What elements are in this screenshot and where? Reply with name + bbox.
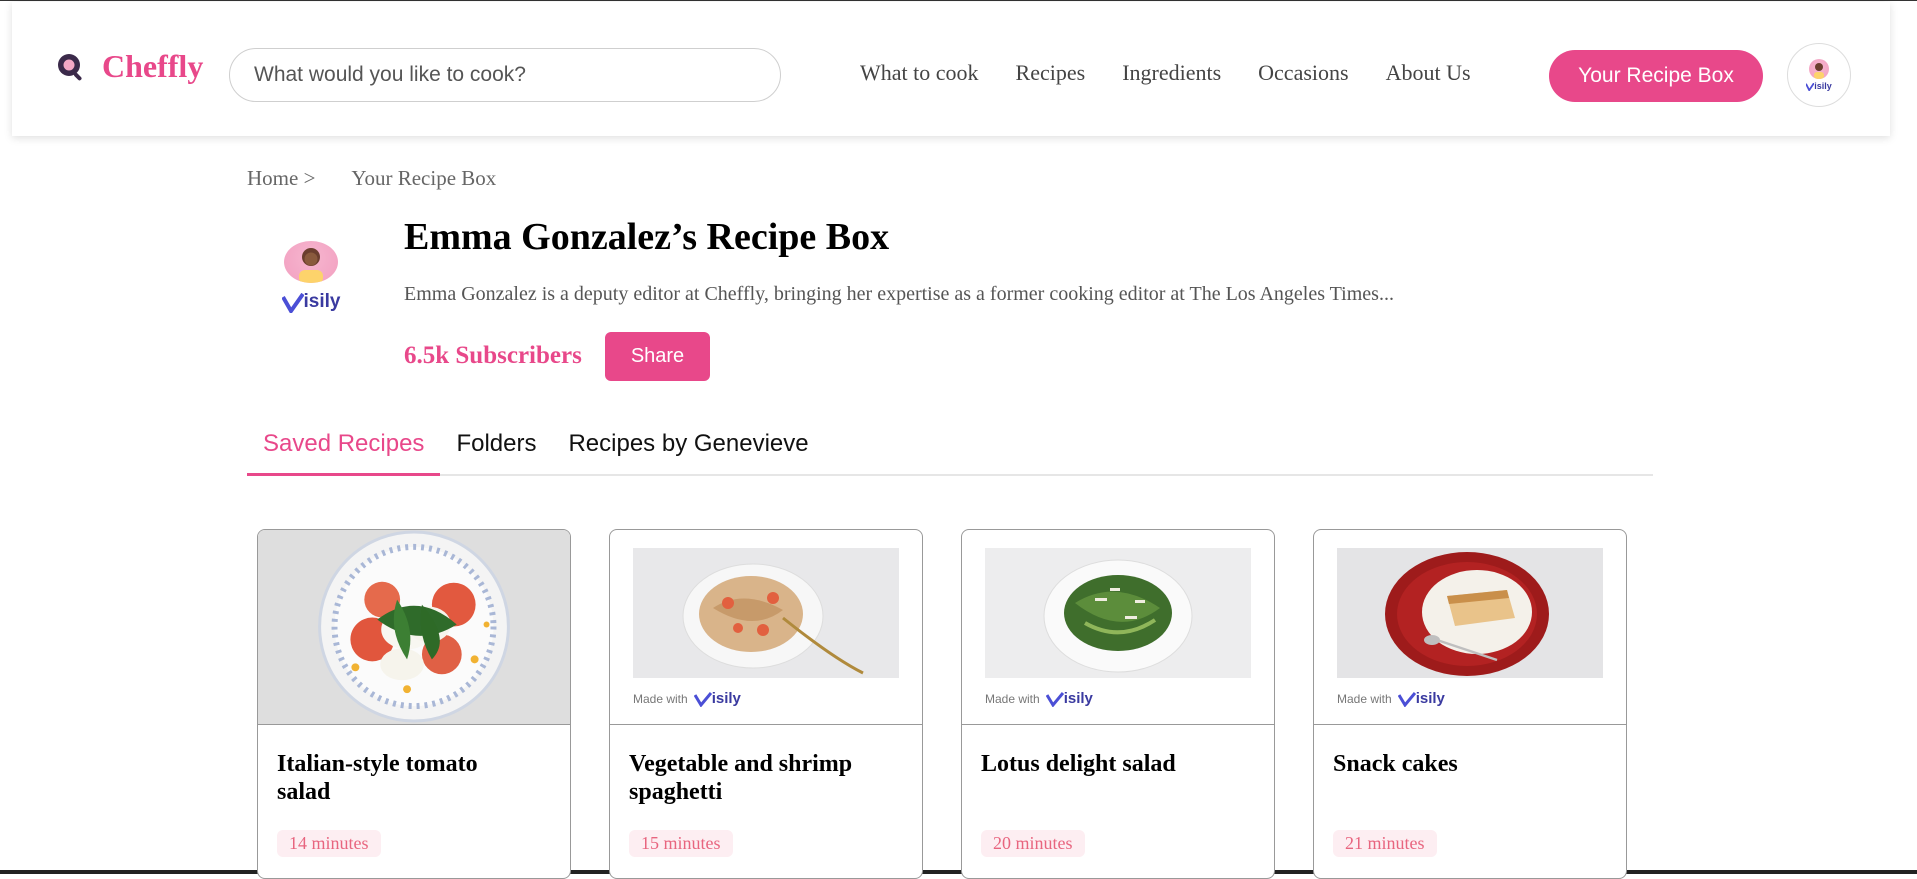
nav-about-us[interactable]: About Us <box>1386 60 1471 86</box>
breadcrumb: Home > Your Recipe Box <box>247 166 496 191</box>
nav-ingredients[interactable]: Ingredients <box>1122 60 1221 86</box>
nav-recipes[interactable]: Recipes <box>1016 60 1086 86</box>
tab-recipes-by-genevieve[interactable]: Recipes by Genevieve <box>552 416 824 476</box>
made-with-label: Made with <box>985 691 1040 706</box>
breadcrumb-home[interactable]: Home > <box>247 166 315 191</box>
recipe-image: Made with isily <box>962 530 1274 725</box>
visily-watermark-icon: isily <box>281 291 340 313</box>
recipe-title: Snack cakes <box>1333 751 1458 777</box>
shrimp-spaghetti-image <box>633 548 899 678</box>
brand-logo[interactable]: Cheffly <box>54 48 203 85</box>
tab-folders[interactable]: Folders <box>440 416 552 476</box>
cook-time-badge: 21 minutes <box>1333 830 1437 857</box>
avatar-face-icon <box>1809 59 1829 79</box>
profile-bio: Emma Gonzalez is a deputy editor at Chef… <box>404 283 1394 305</box>
visily-logo-icon: isily <box>1397 690 1445 707</box>
cook-time-badge: 15 minutes <box>629 830 733 857</box>
visily-watermark-icon: isily <box>1806 81 1832 91</box>
lotus-salad-image <box>985 548 1251 678</box>
profile-name: Emma Gonzalez’s Recipe Box <box>404 216 890 258</box>
recipe-card[interactable]: Made with isily Vegetable and shrimp spa… <box>609 529 923 879</box>
recipe-image: Made with isily <box>610 530 922 725</box>
profile-face-icon <box>284 241 338 283</box>
logo-icon <box>58 53 82 80</box>
made-with-watermark: Made with isily <box>633 690 741 707</box>
share-button[interactable]: Share <box>605 332 710 381</box>
recipe-card[interactable]: Made with isily Snack cakes 21 minutes <box>1313 529 1627 879</box>
snack-cakes-image <box>1337 548 1603 678</box>
brand-name: Cheffly <box>102 48 204 84</box>
visily-logo-icon: isily <box>1045 690 1093 707</box>
made-with-label: Made with <box>1337 691 1392 706</box>
cook-time-badge: 14 minutes <box>277 830 381 857</box>
made-with-watermark: Made with isily <box>1337 690 1445 707</box>
recipe-image: Made with isily <box>1314 530 1626 725</box>
tab-saved-recipes[interactable]: Saved Recipes <box>247 416 441 476</box>
your-recipe-box-button[interactable]: Your Recipe Box <box>1549 50 1763 102</box>
recipe-card[interactable]: Made with isily Lotus delight salad 20 m… <box>961 529 1275 879</box>
top-header: Cheffly What to cook Recipes Ingredients… <box>12 2 1890 136</box>
recipe-tabs: Saved Recipes Folders Recipes by Genevie… <box>247 416 1653 476</box>
breadcrumb-current: Your Recipe Box <box>351 166 497 190</box>
made-with-label: Made with <box>633 691 688 706</box>
recipe-title: Vegetable and shrimp spaghetti <box>629 751 853 805</box>
made-with-watermark: Made with isily <box>985 690 1093 707</box>
main-nav: What to cook Recipes Ingredients Occasio… <box>860 60 1471 86</box>
cook-time-badge: 20 minutes <box>981 830 1085 857</box>
recipe-title: Italian-style tomato salad <box>277 751 478 805</box>
user-avatar[interactable]: isily <box>1787 43 1851 107</box>
recipe-card-list: Italian-style tomato salad 14 minutes Ma… <box>257 529 1627 879</box>
profile-avatar: isily <box>268 241 354 331</box>
search-input[interactable] <box>229 48 781 102</box>
recipe-card[interactable]: Italian-style tomato salad 14 minutes <box>257 529 571 879</box>
subscriber-count: 6.5k Subscribers <box>404 342 582 369</box>
nav-what-to-cook[interactable]: What to cook <box>860 60 979 86</box>
visily-logo-icon: isily <box>693 690 741 707</box>
nav-occasions[interactable]: Occasions <box>1258 60 1348 86</box>
tomato-salad-image <box>258 530 570 724</box>
recipe-title: Lotus delight salad <box>981 751 1176 777</box>
recipe-image <box>258 530 570 725</box>
